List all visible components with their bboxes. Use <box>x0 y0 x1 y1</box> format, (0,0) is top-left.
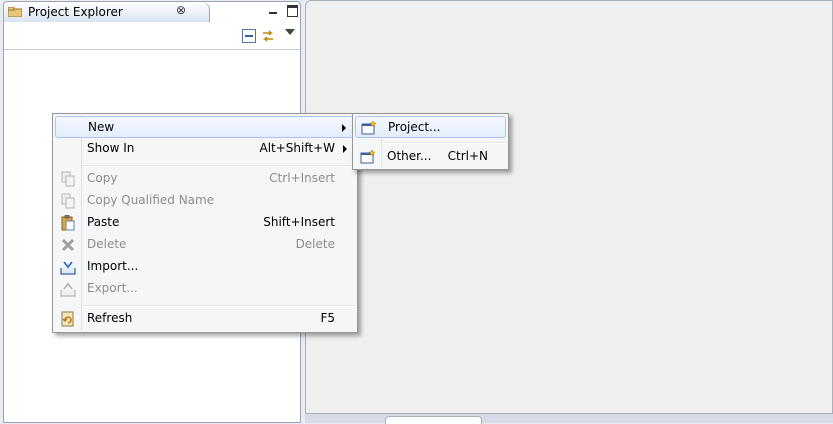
menu-item-label: Paste <box>87 215 120 229</box>
menu-item-import[interactable]: Import... <box>55 256 355 278</box>
close-icon[interactable]: ⊗ <box>176 3 186 17</box>
submenu-item-label: Other... <box>387 149 432 163</box>
new-project-icon <box>361 120 377 135</box>
menu-item-label: Copy Qualified Name <box>87 193 215 207</box>
copy-qualified-name-icon <box>61 193 75 209</box>
import-icon <box>60 261 76 275</box>
menu-separator <box>383 142 506 144</box>
collapse-all-icon[interactable] <box>242 29 256 43</box>
link-with-editor-icon[interactable] <box>261 29 275 43</box>
menu-item-shortcut: Ctrl+Insert <box>269 171 335 185</box>
menu-item-label: Export... <box>87 281 138 295</box>
menu-item-paste[interactable]: Paste Shift+Insert <box>55 212 355 234</box>
menu-item-delete[interactable]: Delete Delete <box>55 234 355 256</box>
project-explorer-title: Project Explorer <box>28 5 123 19</box>
export-icon <box>60 282 76 297</box>
menu-separator <box>83 305 355 307</box>
view-menu-icon[interactable] <box>285 29 295 35</box>
project-explorer-icon <box>8 7 22 17</box>
submenu-item-project[interactable]: Project... <box>355 116 506 138</box>
editor-area <box>305 0 833 414</box>
menu-item-export[interactable]: Export... <box>55 278 355 300</box>
menu-item-new[interactable]: New <box>55 116 355 138</box>
submenu-item-label: Project... <box>388 120 441 134</box>
copy-icon <box>61 171 75 187</box>
menu-item-copy-qualified-name[interactable]: Copy Qualified Name <box>55 190 355 212</box>
menu-item-shortcut: Shift+Insert <box>263 215 335 229</box>
menu-item-shortcut: Alt+Shift+W <box>259 141 336 155</box>
new-submenu: Project... Other... Ctrl+N <box>352 113 509 170</box>
refresh-icon <box>61 311 74 327</box>
menu-item-label: Refresh <box>87 311 133 325</box>
menu-item-refresh[interactable]: Refresh F5 <box>55 308 355 330</box>
menu-item-copy[interactable]: Copy Ctrl+Insert <box>55 168 355 190</box>
delete-icon <box>61 238 75 252</box>
minimize-icon[interactable] <box>269 4 277 14</box>
maximize-icon[interactable] <box>287 5 298 17</box>
menu-item-shortcut: Delete <box>295 237 335 251</box>
submenu-item-shortcut: Ctrl+N <box>447 149 488 163</box>
submenu-item-other[interactable]: Other... Ctrl+N <box>355 146 506 168</box>
new-wizard-icon <box>360 149 376 164</box>
menu-item-show-in[interactable]: Show In Alt+Shift+W <box>55 138 355 160</box>
menu-item-label: Import... <box>87 259 139 273</box>
menu-item-shortcut: F5 <box>320 311 335 325</box>
paste-icon <box>61 215 75 231</box>
menu-item-label: Show In <box>87 141 135 155</box>
context-menu: New Show In Alt+Shift+W Copy Ctrl+Insert… <box>52 113 358 333</box>
menu-item-label: Copy <box>87 171 118 185</box>
menu-item-label: Delete <box>87 237 127 251</box>
explorer-toolbar <box>4 22 300 50</box>
menu-item-label: New <box>88 120 115 134</box>
submenu-arrow-icon <box>342 124 346 132</box>
menu-separator <box>83 165 355 167</box>
submenu-arrow-icon <box>343 145 347 153</box>
project-explorer-tab[interactable]: Project Explorer ⊗ <box>4 2 210 22</box>
